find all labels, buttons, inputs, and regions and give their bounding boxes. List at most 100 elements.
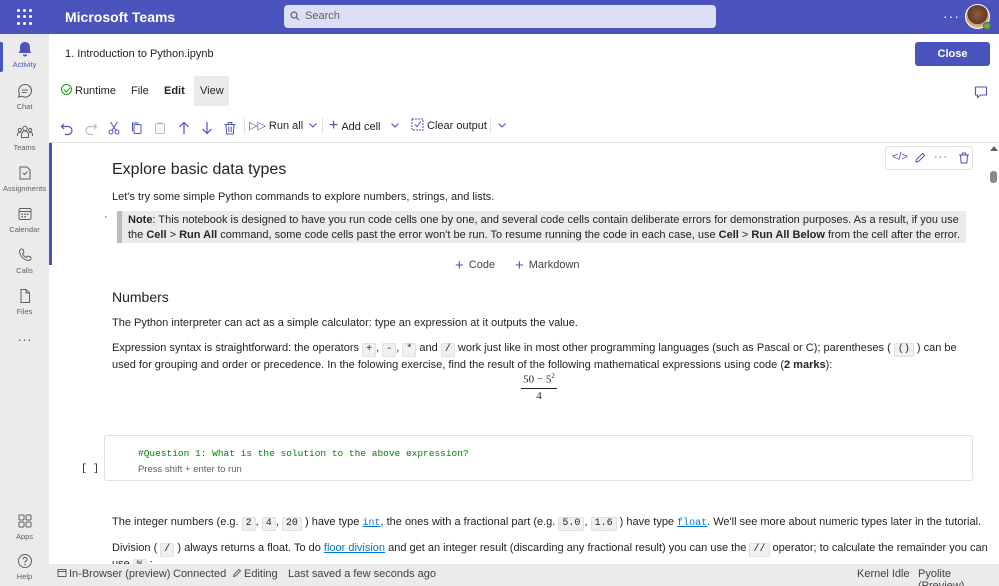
chat-icon — [17, 83, 32, 98]
rail-item-chat[interactable]: Chat — [0, 82, 49, 120]
chevron-down-icon — [309, 123, 317, 128]
chevron-down-icon — [498, 123, 506, 128]
code-cell-editor[interactable]: #Question 1: What is the solution to the… — [104, 435, 973, 481]
note-box: Note: This notebook is designed to have … — [117, 211, 966, 243]
active-cell-indicator — [49, 143, 52, 265]
cell-toolbar: </> ··· — [885, 146, 973, 170]
more-options-icon[interactable]: ··· — [943, 8, 960, 24]
plus-icon: + — [329, 117, 339, 134]
float-link[interactable]: float — [677, 518, 707, 529]
floor-division-link[interactable]: floor division — [324, 542, 385, 554]
notebook-content: </> ··· Explore basic data types Let's t… — [49, 142, 999, 564]
search-input[interactable]: Search — [284, 5, 716, 28]
rail-item-apps[interactable]: Apps — [0, 512, 49, 550]
file-icon — [20, 289, 30, 303]
redo-icon[interactable] — [84, 118, 98, 138]
add-code-cell-button[interactable]: + Code — [455, 257, 495, 274]
connection-status: Connected — [173, 568, 227, 580]
more-options-icon[interactable]: ··· — [934, 151, 948, 163]
toolbar-divider — [490, 118, 491, 134]
plus-icon: + — [455, 257, 464, 274]
chevron-down-icon — [391, 123, 399, 128]
delete-cell-icon[interactable] — [958, 152, 970, 164]
edit-pencil-icon[interactable] — [914, 152, 926, 164]
editing-status: Editing — [232, 568, 278, 580]
plus-icon: + — [515, 257, 524, 274]
main-panel: 1. Introduction to Python.ipynb Close Ru… — [49, 34, 999, 564]
rail-item-more[interactable]: ··· — [0, 331, 49, 372]
vertical-scrollbar[interactable] — [988, 143, 999, 564]
rail-item-activity[interactable]: Activity — [0, 40, 49, 78]
browser-icon — [57, 569, 67, 577]
bell-icon — [18, 42, 31, 57]
presence-available-icon — [983, 22, 991, 30]
expression-syntax-text: Expression syntax is straightforward: th… — [112, 342, 957, 371]
search-placeholder: Search — [305, 10, 340, 22]
menu-file[interactable]: File — [125, 76, 155, 106]
menu-runtime[interactable]: Runtime — [55, 76, 122, 106]
intro-text: Let's try some simple Python commands to… — [112, 191, 495, 203]
int-link[interactable]: int — [362, 518, 380, 529]
calculator-text: The Python interpreter can act as a simp… — [112, 317, 578, 329]
move-down-icon[interactable] — [200, 118, 214, 138]
in-browser-status: In-Browser (preview) — [57, 568, 170, 580]
paste-icon[interactable] — [153, 118, 167, 138]
run-all-button[interactable]: ▷▷ Run all — [249, 116, 303, 136]
search-icon — [290, 11, 300, 21]
code-comment: #Question 1: What is the solution to the… — [138, 448, 469, 459]
scroll-up-icon[interactable] — [990, 146, 998, 151]
rail-item-teams[interactable]: Teams — [0, 123, 49, 161]
integer-numbers-text: The integer numbers (e.g. 2, 4, 20 ) hav… — [112, 516, 982, 531]
code-view-icon[interactable]: </> — [892, 151, 908, 163]
kernel-status: Kernel Idle — [857, 568, 910, 580]
rail-item-help[interactable]: Help — [0, 552, 49, 586]
edit-pencil-icon — [232, 568, 242, 578]
heading-explore: Explore basic data types — [112, 161, 287, 178]
copy-icon[interactable] — [130, 118, 144, 138]
clear-output-button[interactable]: Clear output — [411, 116, 487, 136]
app-name: Microsoft Teams — [65, 9, 176, 25]
division-text: Division ( / ) always returns a float. T… — [112, 541, 999, 564]
menu-bar: Runtime File Edit View — [49, 76, 999, 106]
undo-icon[interactable] — [60, 118, 74, 138]
cell-execution-count: [ ] — [81, 464, 100, 475]
add-markdown-cell-button[interactable]: + Markdown — [515, 257, 580, 274]
title-bar: Microsoft Teams Search ··· — [0, 0, 999, 34]
scrollbar-thumb[interactable] — [990, 171, 997, 183]
status-bar: In-Browser (preview) Connected Editing L… — [49, 564, 999, 586]
run-all-icon: ▷▷ — [249, 120, 266, 132]
notebook-toolbar: ▷▷ Run all + Add cell Clear output — [49, 112, 999, 140]
rail-item-assignments[interactable]: Assignments — [0, 164, 49, 202]
clear-output-dropdown[interactable] — [497, 116, 507, 136]
toolbar-divider — [322, 118, 323, 134]
cut-icon[interactable] — [107, 118, 121, 138]
phone-icon — [18, 248, 32, 262]
rail-item-files[interactable]: Files — [0, 287, 49, 325]
delete-icon[interactable] — [223, 118, 237, 138]
menu-view[interactable]: View — [194, 76, 229, 106]
add-cell-dropdown[interactable] — [390, 116, 400, 136]
move-up-icon[interactable] — [177, 118, 191, 138]
run-all-dropdown[interactable] — [308, 116, 318, 136]
toolbar-divider — [244, 118, 245, 134]
rail-item-calendar[interactable]: Calendar — [0, 205, 49, 243]
app-rail: Activity Chat Teams Assignments Calendar… — [0, 34, 49, 586]
math-formula: 50 − 52 4 — [521, 372, 557, 402]
clear-output-icon — [411, 118, 424, 131]
heading-numbers: Numbers — [112, 289, 169, 305]
more-icon: ··· — [17, 331, 32, 347]
add-cell-button[interactable]: + Add cell — [329, 116, 380, 136]
run-hint: Press shift + enter to run — [138, 464, 242, 475]
calendar-icon — [18, 208, 31, 220]
note-marker: ʿ — [104, 215, 108, 227]
app-launcher-icon[interactable] — [17, 9, 33, 25]
teams-icon — [16, 125, 33, 138]
apps-icon — [18, 514, 31, 528]
menu-edit[interactable]: Edit — [158, 76, 191, 106]
file-title: 1. Introduction to Python.ipynb — [65, 48, 214, 60]
help-icon — [17, 554, 32, 568]
close-button[interactable]: Close — [915, 42, 990, 66]
rail-item-calls[interactable]: Calls — [0, 246, 49, 284]
kernel-name[interactable]: Pyolite (Preview) — [918, 568, 999, 586]
conversation-icon[interactable] — [974, 85, 988, 99]
